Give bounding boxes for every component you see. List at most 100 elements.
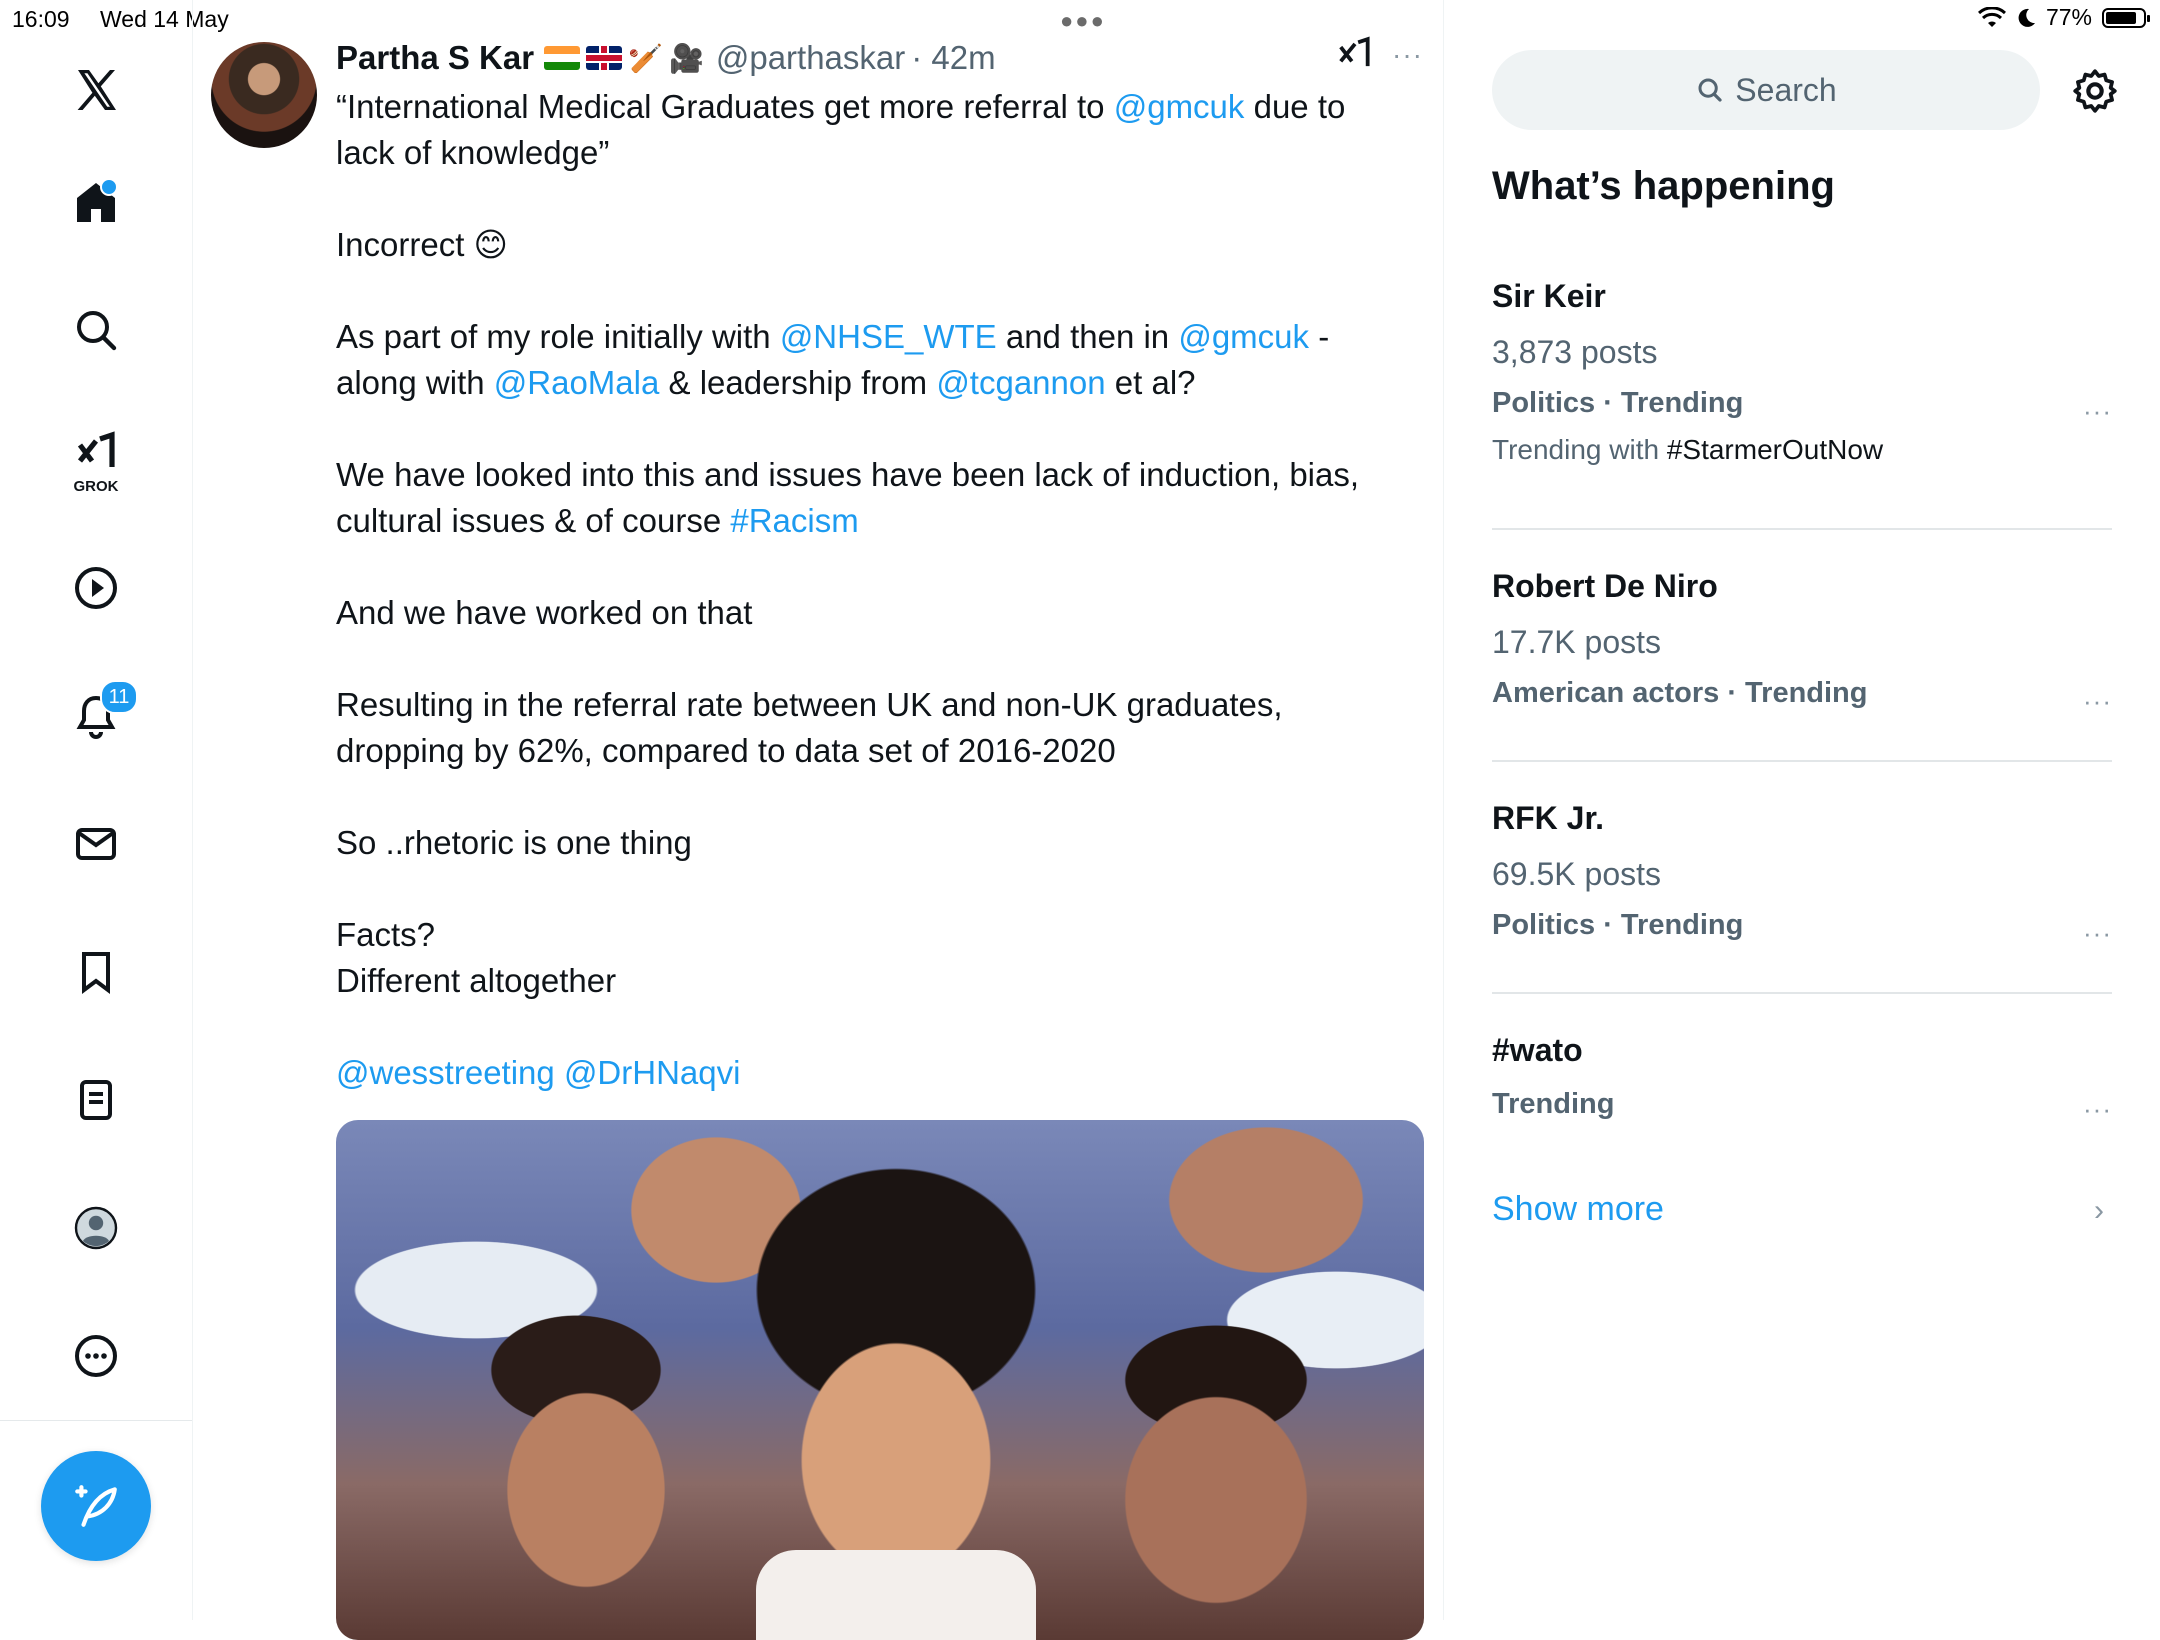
trend-posts: 69.5K posts: [1492, 856, 1661, 892]
trend-category: Politics · Trending: [1492, 909, 1744, 941]
mention-link[interactable]: @RaoMala: [494, 364, 660, 401]
media-detail: [756, 1550, 1036, 1640]
more-options-icon[interactable]: [66, 1326, 126, 1386]
text-span: And we have worked on that: [336, 594, 753, 631]
trend-more-icon[interactable]: ···: [2083, 1094, 2112, 1125]
tweet-paragraph: Facts? Different altogether: [336, 912, 1376, 1004]
india-flag-icon: [544, 46, 581, 70]
search-icon: [1698, 78, 1722, 102]
tweet-text: “International Medical Graduates get mor…: [336, 84, 1376, 1142]
mention-link[interactable]: @DrHNaqvi: [564, 1054, 741, 1091]
trend-item[interactable]: #wato Trending ···: [1492, 1032, 2112, 1124]
movie-camera-icon: 🎥: [668, 42, 704, 74]
grok-explain-icon[interactable]: [1336, 36, 1374, 74]
wifi-icon: [1977, 6, 2006, 27]
author-avatar[interactable]: [211, 42, 317, 148]
text-span: and then in: [996, 318, 1179, 355]
main-column: Partha S Kar 🏏 🎥 @parthaskar · 42m ··· “…: [193, 0, 1444, 1640]
compose-post-button[interactable]: [41, 1451, 151, 1561]
tweet-paragraph: We have looked into this and issues have…: [336, 452, 1376, 544]
tweet-paragraph: “International Medical Graduates get mor…: [336, 84, 1376, 176]
hashtag-link[interactable]: #Racism: [730, 502, 858, 539]
trend-more-icon[interactable]: ···: [2083, 686, 2112, 717]
trend-title: #wato: [1492, 1032, 1583, 1068]
cricket-icon: 🏏: [628, 42, 663, 74]
text-span: Different altogether: [336, 962, 617, 999]
mention-link[interactable]: @NHSE_WTE: [780, 318, 997, 355]
text-span: Facts?: [336, 916, 436, 953]
trend-category: American actors · Trending: [1492, 677, 1868, 709]
tweet-paragraph: So ..rhetoric is one thing: [336, 820, 1376, 866]
trend-more-icon[interactable]: ···: [2083, 918, 2112, 949]
mention-link[interactable]: @gmcuk: [1178, 318, 1309, 355]
tweet-header: Partha S Kar 🏏 🎥 @parthaskar · 42m ···: [336, 36, 1423, 80]
trend-item[interactable]: Robert De Niro 17.7K posts American acto…: [1492, 568, 2112, 716]
trend-with: Trending with #StarmerOutNow: [1492, 434, 2112, 466]
author-name[interactable]: Partha S Kar: [336, 39, 534, 77]
author-handle[interactable]: @parthaskar: [716, 39, 905, 77]
tweet-header-actions: ···: [1336, 36, 1423, 74]
video-play-icon[interactable]: [66, 558, 126, 618]
text-span: et al?: [1105, 364, 1196, 401]
trend-more-icon[interactable]: ···: [2083, 396, 2112, 427]
tweet-media-image[interactable]: [336, 1120, 1424, 1640]
mention-link[interactable]: @wesstreeting: [336, 1054, 555, 1091]
settings-gear-icon[interactable]: [2070, 66, 2120, 116]
tweet-more-icon[interactable]: ···: [1392, 39, 1423, 71]
trend-item[interactable]: Sir Keir 3,873 posts Politics · Trending…: [1492, 278, 2112, 466]
trend-item[interactable]: RFK Jr. 69.5K posts Politics · Trending …: [1492, 800, 2112, 948]
name-emojis: 🏏 🎥: [544, 42, 704, 75]
x-logo-icon[interactable]: [66, 60, 126, 120]
left-navigation: GROK 11: [0, 0, 193, 1620]
trend-title: RFK Jr.: [1492, 800, 1605, 836]
show-more-label: Show more: [1492, 1190, 1664, 1228]
text-span: Resulting in the referral rate between U…: [336, 686, 1283, 769]
trend-title: Sir Keir: [1492, 278, 1606, 314]
trend-divider: [1492, 528, 2112, 530]
text-span: So ..rhetoric is one thing: [336, 824, 692, 861]
compose-feather-icon: [75, 1485, 117, 1527]
home-unread-dot: [100, 178, 118, 196]
trend-with-prefix: Trending with: [1492, 434, 1667, 465]
post-time: · 42m: [911, 39, 996, 76]
mention-link[interactable]: @gmcuk: [1114, 88, 1245, 125]
moon-icon: [2018, 8, 2035, 27]
grok-label: GROK: [73, 478, 119, 495]
show-more-link[interactable]: Show more ›: [1492, 1190, 2112, 1229]
home-icon[interactable]: [66, 172, 126, 232]
battery-icon: [2102, 7, 2150, 28]
chevron-right-icon: ›: [2094, 1194, 2104, 1227]
uk-flag-icon: [586, 46, 623, 70]
trend-category: Trending: [1492, 1088, 1615, 1120]
grok-icon[interactable]: GROK: [66, 425, 126, 495]
text-span: Incorrect: [336, 226, 474, 263]
text-span: As part of my role initially with: [336, 318, 780, 355]
tweet-paragraph: And we have worked on that: [336, 590, 1376, 636]
search-input[interactable]: Search: [1492, 50, 2040, 130]
notifications-badge: 11: [100, 680, 138, 714]
notifications-bell-icon[interactable]: 11: [66, 680, 138, 746]
trend-with-tag[interactable]: #StarmerOutNow: [1667, 434, 1883, 465]
tweet-paragraph: Incorrect 😊: [336, 222, 1376, 268]
search-placeholder: Search: [1735, 71, 1837, 108]
profile-avatar-icon[interactable]: [66, 1198, 126, 1258]
search-nav-icon[interactable]: [66, 300, 126, 360]
lists-icon[interactable]: [66, 1070, 126, 1130]
text-span: “International Medical Graduates get mor…: [336, 88, 1114, 125]
trend-divider: [1492, 992, 2112, 994]
trend-posts: 3,873 posts: [1492, 334, 1658, 370]
tweet-paragraph: @wesstreeting @DrHNaqvi: [336, 1050, 1376, 1096]
trend-posts: 17.7K posts: [1492, 624, 1661, 660]
trend-category: Politics · Trending: [1492, 387, 1744, 419]
tweet-paragraph: Resulting in the referral rate between U…: [336, 682, 1376, 774]
messages-envelope-icon[interactable]: [66, 814, 126, 874]
text-span: & leadership from: [659, 364, 937, 401]
nav-divider: [0, 1420, 192, 1421]
smile-emoji-icon: 😊: [473, 226, 508, 263]
tweet-paragraph: As part of my role initially with @NHSE_…: [336, 314, 1376, 406]
status-right: 77%: [1977, 4, 2150, 31]
trend-title: Robert De Niro: [1492, 568, 1718, 604]
battery-percent: 77%: [2045, 4, 2092, 30]
mention-link[interactable]: @tcgannon: [936, 364, 1105, 401]
bookmark-icon[interactable]: [66, 942, 126, 1002]
